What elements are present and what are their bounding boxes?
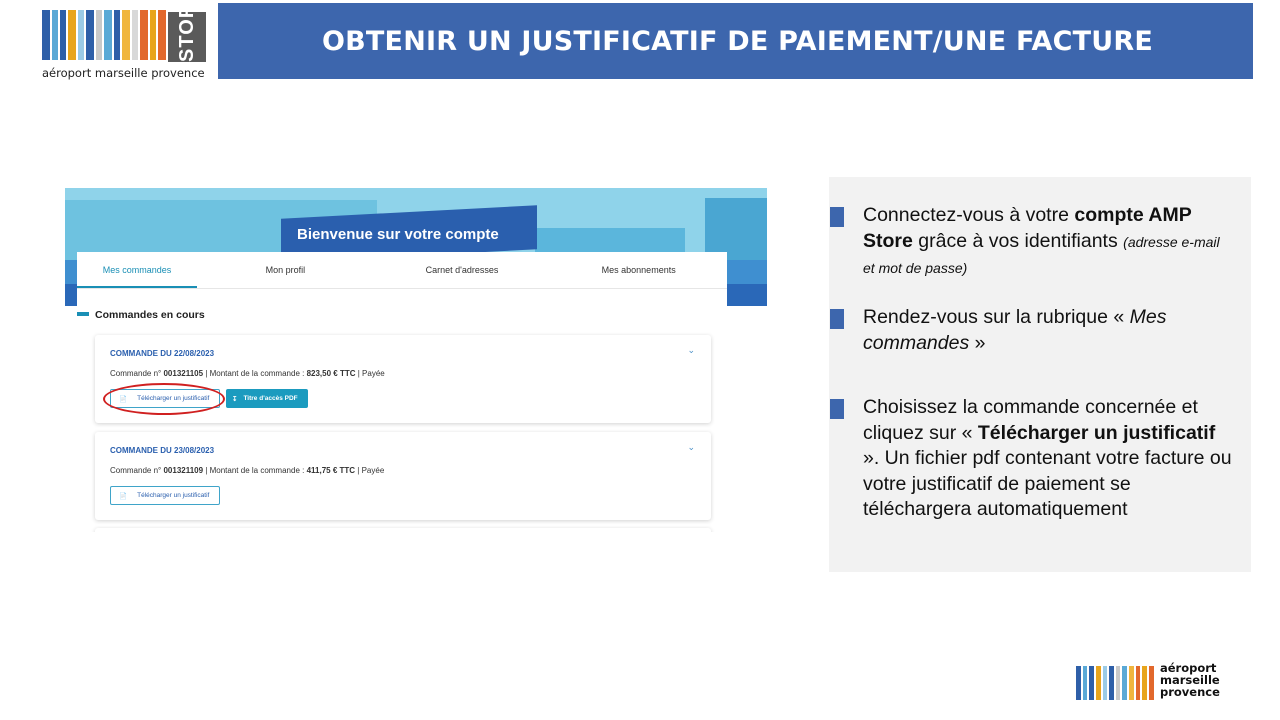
order-amount-label: | Montant de la commande : [205,466,305,475]
chevron-down-icon[interactable]: ⌄ [687,442,695,453]
step-text: Rendez-vous sur la rubrique « Mes comman… [863,305,1233,356]
tab-carnet-adresses[interactable]: Carnet d'adresses [374,252,551,288]
order-amount: 823,50 € TTC [306,369,356,378]
store-label: STORE [168,0,206,62]
instructions-panel: Connectez-vous à votre compte AMP Store … [829,177,1251,572]
download-justificatif-button[interactable]: 📄 Télécharger un justificatif [110,486,220,505]
logo-bars-icon [42,10,166,60]
order-details: Commande n° 001321109 | Montant de la co… [110,466,384,475]
step-text-part: ». Un fichier pdf contenant votre factur… [863,447,1232,520]
section-title: Commandes en cours [95,309,205,321]
order-status: | Payée [357,369,385,378]
logo-caption: aéroport marseille provence [42,66,205,80]
account-tabs: Mes commandes Mon profil Carnet d'adress… [77,252,727,289]
order-number-label: Commande n° [110,466,162,475]
order-number: 001321105 [163,369,204,378]
welcome-text: Bienvenue sur votre compte [297,226,499,243]
step-marker [830,207,844,227]
logo-bars-icon [1076,666,1154,700]
highlight-circle [103,383,225,415]
page-title: OBTENIR UN JUSTIFICATIF DE PAIEMENT/UNE … [322,25,1153,57]
order-number-label: Commande n° [110,369,162,378]
account-screenshot: Bienvenue sur votre compte Mes commandes… [65,188,767,532]
order-number: 001321109 [163,466,204,475]
order-title: COMMANDE DU 22/08/2023 [110,349,215,358]
order-amount-label: | Montant de la commande : [205,369,305,378]
step-text-part: Connectez-vous à votre [863,204,1075,226]
order-title: COMMANDE DU 23/08/2023 [110,446,215,455]
download-justificatif-label: Télécharger un justificatif [137,492,210,499]
step-text: Choisissez la commande concernée et cliq… [863,395,1233,523]
step-text-bold: Télécharger un justificatif [977,421,1216,444]
step-marker [830,399,844,419]
amp-logo-bottom: aéroport marseille provence [1076,662,1220,702]
order-card: COMMANDE DU 23/08/2023 ⌄ Commande n° 001… [95,432,711,520]
document-icon: 📄 [119,492,128,500]
download-icon: ↧ [232,395,238,403]
header-band: OBTENIR UN JUSTIFICATIF DE PAIEMENT/UNE … [218,3,1253,79]
step-text: Connectez-vous à votre compte AMP Store … [863,203,1233,282]
section-marker [77,312,89,316]
order-details: Commande n° 001321105 | Montant de la co… [110,369,385,378]
tab-mes-abonnements[interactable]: Mes abonnements [550,252,727,288]
logo-line: provence [1160,685,1220,699]
logo-bottom-caption: aéroport marseille provence [1160,662,1220,698]
titre-acces-pdf-button[interactable]: ↧ Titre d'accès PDF [226,389,308,408]
chevron-down-icon[interactable]: ⌄ [687,345,695,356]
step-text-part: Rendez-vous sur la rubrique « [863,306,1130,328]
tab-mon-profil[interactable]: Mon profil [197,252,374,288]
order-status: | Payée [357,466,385,475]
amp-store-logo: STORE aéroport marseille provence [42,0,208,82]
step-text-part: grâce à vos identifiants [912,229,1124,252]
step-text-part: » [969,331,986,354]
order-card-partial [95,528,711,532]
tab-mes-commandes[interactable]: Mes commandes [77,252,197,288]
step-marker [830,309,844,329]
order-amount: 411,75 € TTC [306,466,356,475]
titre-acces-pdf-label: Titre d'accès PDF [243,395,298,402]
